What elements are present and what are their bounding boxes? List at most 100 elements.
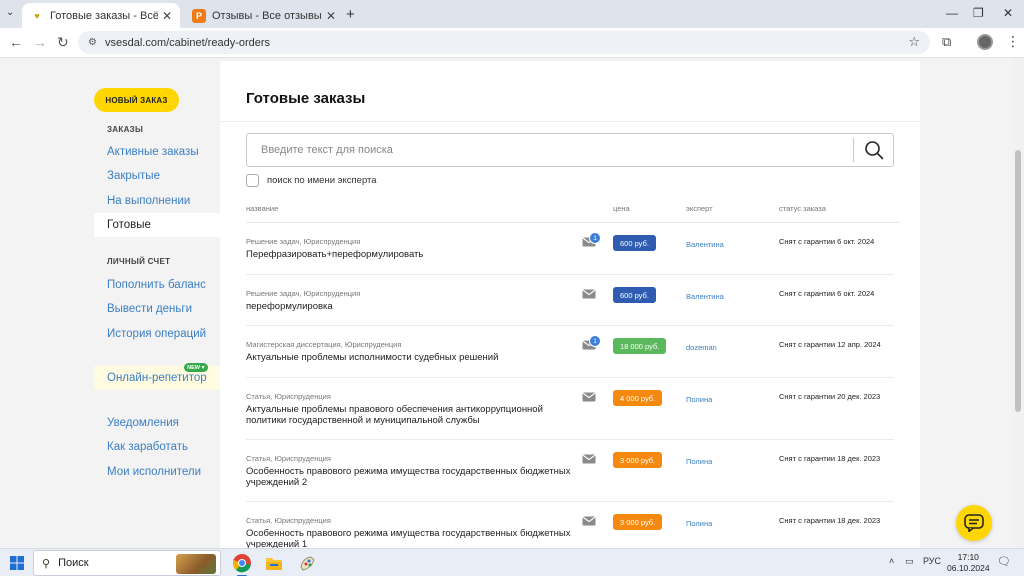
- search-by-expert-checkbox[interactable]: поиск по имени эксперта: [246, 174, 377, 187]
- close-tab-icon[interactable]: ✕: [162, 9, 172, 23]
- taskbar-search[interactable]: ⚲ Поиск: [33, 550, 221, 576]
- orders-section-title: ЗАКАЗЫ: [107, 125, 144, 134]
- page-title: Готовые заказы: [246, 90, 366, 107]
- search-icon: [865, 141, 884, 160]
- windows-start-icon[interactable]: [10, 556, 24, 570]
- order-name[interactable]: Особенность правового режима имущества г…: [246, 466, 584, 488]
- taskbar-search-label: Поиск: [58, 557, 89, 569]
- sidebar-item-how-to-earn[interactable]: Как заработать: [94, 435, 220, 459]
- sidebar-item-closed[interactable]: Закрытые: [94, 164, 220, 188]
- order-name[interactable]: Актуальные проблемы правового обеспечени…: [246, 404, 584, 426]
- close-window-icon[interactable]: ✕: [1003, 6, 1013, 20]
- column-header-name: название: [246, 204, 279, 213]
- sidebar-item-top-up[interactable]: Пополнить баланс: [94, 273, 220, 297]
- new-order-button[interactable]: НОВЫЙ ЗАКАЗ: [94, 88, 179, 112]
- file-explorer-taskbar-icon[interactable]: [263, 552, 285, 574]
- order-category: Статья, Юриспруденция: [246, 392, 331, 401]
- title-divider: [220, 121, 920, 122]
- column-header-price: цена: [613, 204, 630, 213]
- order-category: Статья, Юриспруденция: [246, 454, 331, 463]
- p-favicon-icon: P: [192, 8, 206, 23]
- sidebar-item-in-progress[interactable]: На выполнении: [94, 189, 220, 213]
- close-tab-icon[interactable]: ✕: [326, 9, 336, 23]
- expert-link[interactable]: Полина: [686, 395, 712, 404]
- page-scrollbar[interactable]: [1012, 58, 1024, 548]
- reload-icon[interactable]: ↻: [57, 34, 69, 51]
- search-input[interactable]: [247, 134, 853, 166]
- order-row[interactable]: Статья, Юриспруденция Актуальные проблемы…: [246, 378, 894, 440]
- expert-link[interactable]: Полина: [686, 519, 712, 528]
- expert-link[interactable]: Полина: [686, 457, 712, 466]
- price-badge: 3 000 руб.: [613, 452, 663, 468]
- order-name[interactable]: Актуальные проблемы исполнимости судебны…: [246, 352, 584, 363]
- order-name[interactable]: переформулировка: [246, 301, 584, 312]
- order-name[interactable]: Особенность правового режима имущества г…: [246, 528, 584, 548]
- page: НОВЫЙ ЗАКАЗ ЗАКАЗЫ Активные заказы Закры…: [0, 58, 1024, 548]
- tab-reviews[interactable]: P Отзывы - Все отзывы ✕: [184, 3, 344, 28]
- order-name[interactable]: Перефразировать+переформулировать: [246, 249, 584, 260]
- clock-date: 06.10.2024: [947, 563, 990, 573]
- search-box: [246, 133, 894, 167]
- tab-ready-orders[interactable]: ♥ Готовые заказы - Всё сдал! ✕: [22, 3, 180, 28]
- profile-avatar[interactable]: [977, 34, 993, 50]
- chrome-taskbar-icon[interactable]: [231, 552, 253, 576]
- minimize-icon[interactable]: —: [946, 6, 958, 20]
- network-icon[interactable]: ▭: [905, 556, 914, 567]
- sidebar-item-history[interactable]: История операций: [94, 322, 220, 346]
- sidebar-item-notifications[interactable]: Уведомления: [94, 411, 220, 435]
- column-header-status: статус заказа: [779, 204, 826, 213]
- expert-link[interactable]: dozeman: [686, 343, 717, 352]
- expert-link[interactable]: Валентина: [686, 240, 724, 249]
- expert-link[interactable]: Валентина: [686, 292, 724, 301]
- order-row[interactable]: Решение задач, Юриспруденция Перефразиров…: [246, 223, 894, 275]
- restore-icon[interactable]: ❐: [973, 6, 984, 20]
- extensions-icon[interactable]: ⧉: [942, 34, 951, 50]
- order-row[interactable]: Статья, Юриспруденция Особенность правово…: [246, 502, 894, 548]
- paint-taskbar-icon[interactable]: [297, 552, 319, 574]
- chat-icon: [964, 514, 984, 532]
- message-envelope-icon[interactable]: [582, 454, 596, 464]
- message-envelope-icon[interactable]: [582, 516, 596, 526]
- clock[interactable]: 17:10 06.10.2024: [947, 552, 990, 574]
- new-tab-icon[interactable]: +: [346, 6, 355, 23]
- tray-expand-icon[interactable]: ˄: [889, 556, 894, 566]
- site-info-icon[interactable]: ⚙: [88, 37, 97, 48]
- unread-count-badge: 1: [589, 335, 601, 347]
- sidebar-item-active-orders[interactable]: Активные заказы: [94, 140, 220, 164]
- column-header-expert: эксперт: [686, 204, 713, 213]
- tab-search-icon[interactable]: ⌄: [6, 7, 14, 18]
- price-badge: 600 руб.: [613, 287, 656, 303]
- order-row[interactable]: Статья, Юриспруденция Особенность правово…: [246, 440, 894, 502]
- search-button[interactable]: [855, 134, 893, 166]
- message-envelope-icon[interactable]: [582, 392, 596, 402]
- order-row[interactable]: Магистерская диссертация, Юриспруденция А…: [246, 326, 894, 378]
- order-category: Статья, Юриспруденция: [246, 516, 331, 525]
- bookmark-star-icon[interactable]: ☆: [908, 34, 920, 50]
- sidebar-item-my-performers[interactable]: Мои исполнители: [94, 460, 220, 484]
- browser-toolbar: ← → ↻ ⚙ vsesdal.com/cabinet/ready-orders…: [0, 28, 1024, 58]
- new-badge: NEW ♥: [184, 363, 208, 372]
- message-envelope-icon[interactable]: [582, 289, 596, 299]
- back-icon[interactable]: ←: [9, 34, 23, 50]
- order-status: Снят с гарантии 18 дек. 2023: [779, 454, 881, 463]
- browser-tab-strip: ⌄ ♥ Готовые заказы - Всё сдал! ✕ P Отзыв…: [0, 0, 1024, 28]
- vsesdal-favicon-icon: ♥: [34, 10, 40, 21]
- address-bar[interactable]: ⚙ vsesdal.com/cabinet/ready-orders ☆: [78, 31, 930, 54]
- notifications-icon[interactable]: 🗨: [997, 555, 1011, 568]
- search-highlight-image: [176, 554, 216, 574]
- account-section-title: ЛИЧНЫЙ СЧЕТ: [107, 257, 171, 266]
- forward-icon[interactable]: →: [33, 34, 47, 50]
- price-badge: 600 руб.: [613, 235, 656, 251]
- sidebar-item-ready[interactable]: Готовые: [94, 213, 220, 237]
- language-indicator[interactable]: РУС: [923, 556, 941, 566]
- sidebar-item-withdraw[interactable]: Вывести деньги: [94, 297, 220, 321]
- chat-button[interactable]: [956, 505, 992, 541]
- order-row[interactable]: Решение задач, Юриспруденция переформулир…: [246, 275, 894, 326]
- new-badge-label: NEW: [187, 364, 201, 371]
- scrollbar-thumb[interactable]: [1015, 150, 1021, 412]
- order-status: Снят с гарантии 18 дек. 2023: [779, 516, 881, 525]
- price-badge: 4 000 руб.: [613, 390, 663, 406]
- menu-dots-icon[interactable]: ⋮: [1006, 33, 1020, 50]
- tab-title: Отзывы - Все отзывы: [212, 9, 322, 22]
- checkbox-box[interactable]: [246, 174, 259, 187]
